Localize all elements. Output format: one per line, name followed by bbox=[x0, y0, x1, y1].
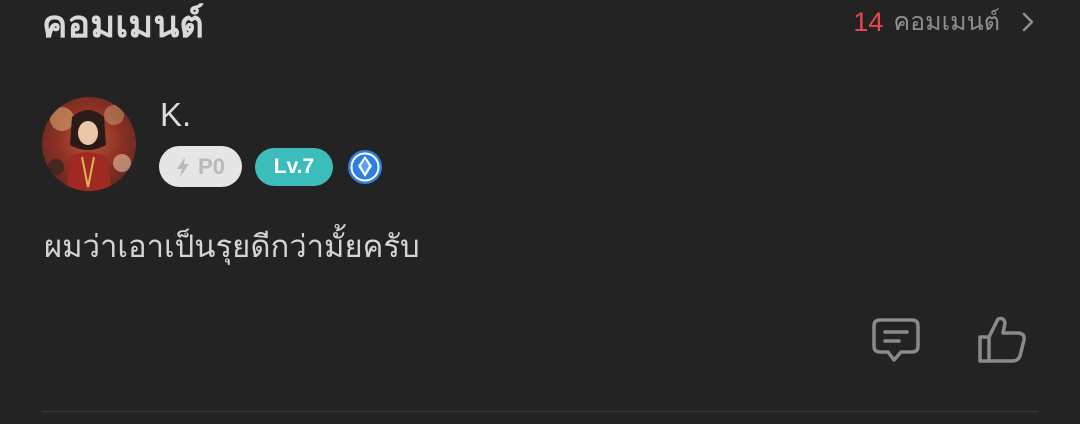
comments-section: คอมเมนต์ 14 คอมเมนต์ K. P0 Lv.7 ผมว่าเอา… bbox=[0, 0, 1080, 424]
comment-count: 14 bbox=[853, 6, 884, 37]
level-badge: Lv.7 bbox=[255, 147, 333, 186]
user-badges: P0 Lv.7 bbox=[159, 146, 383, 187]
username[interactable]: K. bbox=[160, 93, 191, 137]
diamond-badge-icon bbox=[348, 149, 382, 184]
points-badge: P0 bbox=[159, 146, 242, 187]
points-badge-label: P0 bbox=[198, 153, 225, 179]
comment-text: ผมว่าเอาเป็นรุยดีกว่ามั้ยครับ bbox=[44, 229, 420, 265]
view-all-comments-link[interactable]: 14 คอมเมนต์ bbox=[853, 2, 1038, 42]
avatar[interactable] bbox=[42, 97, 136, 191]
lightning-bolt-icon bbox=[177, 156, 190, 177]
comment-count-label: คอมเมนต์ bbox=[893, 7, 1000, 36]
comment-bubble-icon[interactable] bbox=[870, 315, 922, 365]
avatar-image bbox=[42, 97, 136, 191]
divider bbox=[42, 411, 1038, 412]
section-title: คอมเมนต์ bbox=[42, 2, 204, 46]
chevron-right-icon bbox=[1022, 12, 1034, 32]
thumbs-up-icon[interactable] bbox=[974, 313, 1028, 365]
